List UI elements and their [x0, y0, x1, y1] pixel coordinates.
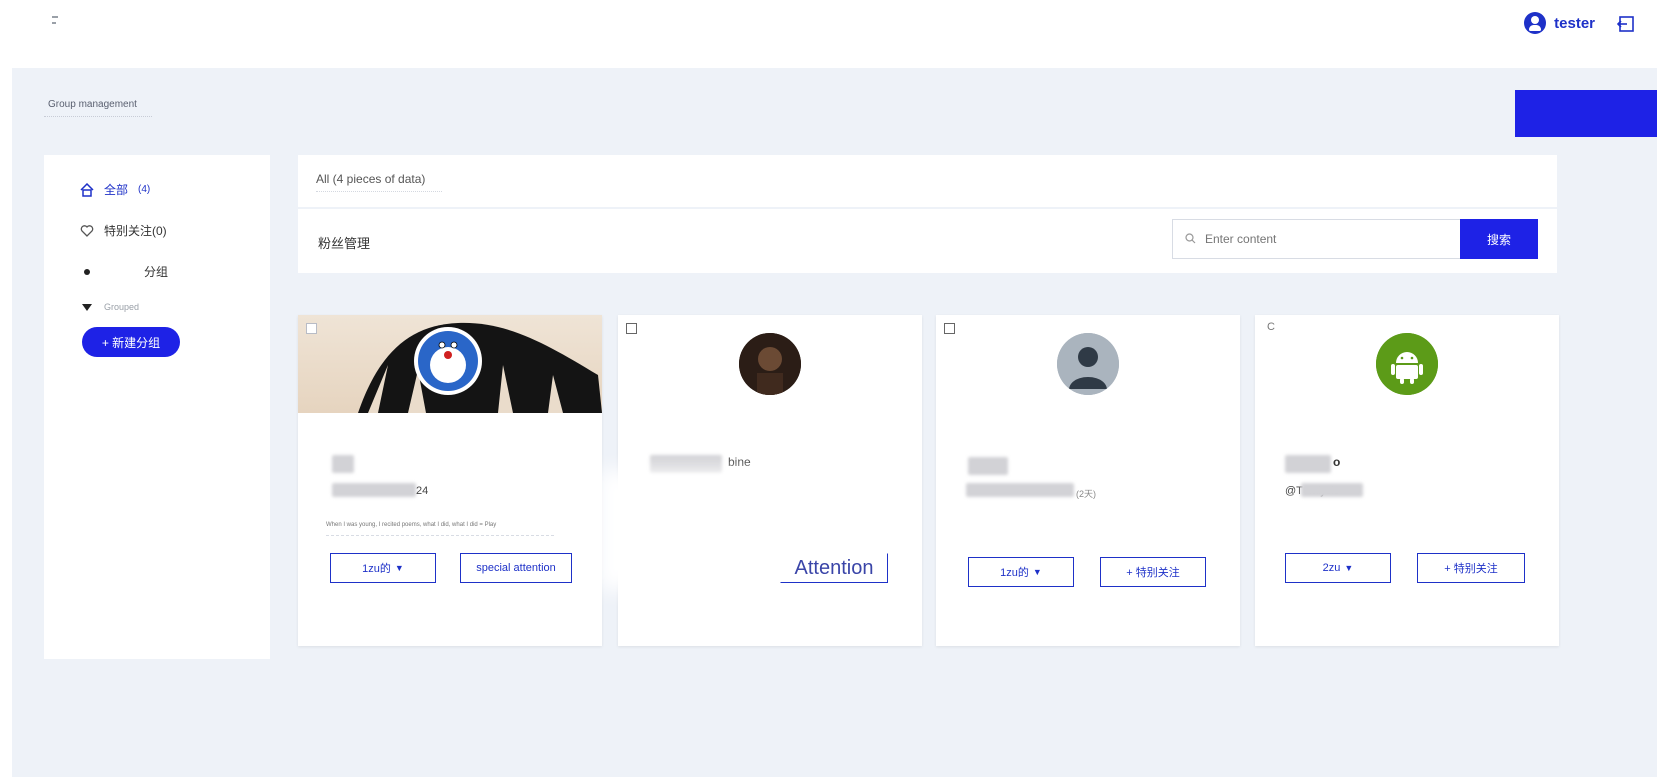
heart-icon [80, 224, 94, 237]
bio-continuation [326, 535, 554, 540]
primary-action-button[interactable] [1515, 90, 1657, 137]
group-label: 1zu的 [1000, 567, 1029, 579]
overlay-glow [598, 470, 758, 590]
fan-avatar [739, 333, 801, 395]
fan-handle: (2天) [1076, 489, 1096, 499]
sidebar-item-label: 全部 [104, 183, 129, 197]
group-dropdown-button[interactable]: 1zu的 ▼ [968, 557, 1074, 587]
user-icon [1524, 12, 1547, 34]
fan-bio: When I was young, I recited poems, what … [326, 522, 497, 528]
special-follow-button[interactable]: + 特别关注 [1417, 553, 1525, 583]
search-input[interactable] [1172, 219, 1462, 259]
tab-all[interactable]: All (4 pieces of data) [316, 172, 425, 186]
android-icon [1376, 333, 1438, 395]
group-sidebar: 全部 (4) 特别关注(0) 分组 Grouped + 新建分组 [44, 155, 270, 659]
sidebar-item-all[interactable]: 全部 (4) [80, 181, 150, 198]
sidebar-item-count: (4) [138, 184, 151, 195]
grouped-label: Grouped [104, 302, 140, 312]
search-icon [1185, 233, 1196, 244]
cover-art [358, 322, 602, 413]
username: tester [1554, 14, 1595, 32]
fan-card: 24 When I was young, I recited poems, wh… [298, 315, 602, 646]
fan-card: C o @T nalysis 2zu ▼ + 特别关注 [1255, 315, 1559, 646]
fan-card: bine Attention [598, 315, 922, 646]
chevron-down-icon: ▼ [394, 563, 404, 573]
search-bar: 粉丝管理 搜索 [298, 209, 1557, 273]
fan-avatar [1376, 333, 1438, 395]
name-redacted [1285, 455, 1331, 473]
follow-button[interactable]: Attention [780, 553, 888, 583]
top-bar: tester [0, 0, 1657, 60]
dot-icon [84, 268, 90, 275]
handle-redacted [966, 483, 1074, 497]
fan-name: bine [728, 455, 751, 469]
default-avatar-icon [1057, 333, 1119, 395]
sidebar-item-special[interactable]: 特别关注(0) [80, 222, 167, 239]
follow-label: Attention [794, 556, 874, 579]
group-dropdown-button[interactable]: 2zu ▼ [1285, 553, 1391, 583]
sidebar-item-group[interactable]: 分组 [80, 263, 168, 280]
follow-button[interactable]: special attention [460, 553, 572, 583]
logout-icon[interactable] [1617, 14, 1637, 34]
special-follow-button[interactable]: + 特别关注 [1100, 557, 1206, 587]
select-checkbox[interactable]: C [1267, 321, 1275, 333]
handle-redacted [332, 483, 416, 497]
select-checkbox[interactable] [626, 323, 637, 334]
panel-header: All (4 pieces of data) [298, 155, 1557, 207]
chevron-down-icon: ▼ [1032, 567, 1042, 577]
caret-down-icon [82, 304, 92, 311]
fan-avatar [1057, 333, 1119, 395]
menu-icon[interactable] [50, 14, 64, 28]
group-label: 1zu的 [362, 563, 391, 575]
home-icon [80, 182, 94, 197]
search-button[interactable]: 搜索 [1460, 219, 1538, 259]
user-menu[interactable]: tester [1524, 12, 1595, 34]
name-redacted [332, 455, 354, 473]
chevron-down-icon: ▼ [1344, 563, 1354, 573]
fan-card: (2天) 1zu的 ▼ + 特别关注 [936, 315, 1240, 646]
select-checkbox[interactable] [306, 323, 317, 334]
group-label: 2zu [1322, 562, 1341, 574]
select-checkbox[interactable] [944, 323, 955, 334]
sidebar-item-label: 分组 [144, 265, 169, 279]
group-dropdown-button[interactable]: 1zu的 ▼ [330, 553, 436, 583]
avatar-photo [739, 333, 801, 395]
name-redacted [968, 457, 1008, 475]
page-title-underline [44, 116, 152, 117]
fan-handle: 24 [416, 485, 429, 497]
tab-underline [316, 191, 442, 192]
sidebar-item-label: 特别关注(0) [104, 224, 167, 238]
page-title: Group management [48, 99, 137, 110]
handle-redacted [1301, 483, 1363, 497]
main-content: Group management 全部 (4) 特别关注(0) 分组 Group… [12, 68, 1657, 777]
grouped-toggle[interactable]: Grouped [80, 300, 139, 314]
cover-image [298, 315, 602, 413]
fan-name: o [1333, 455, 1341, 469]
new-group-button[interactable]: + 新建分组 [82, 327, 180, 357]
section-title: 粉丝管理 [318, 236, 371, 251]
